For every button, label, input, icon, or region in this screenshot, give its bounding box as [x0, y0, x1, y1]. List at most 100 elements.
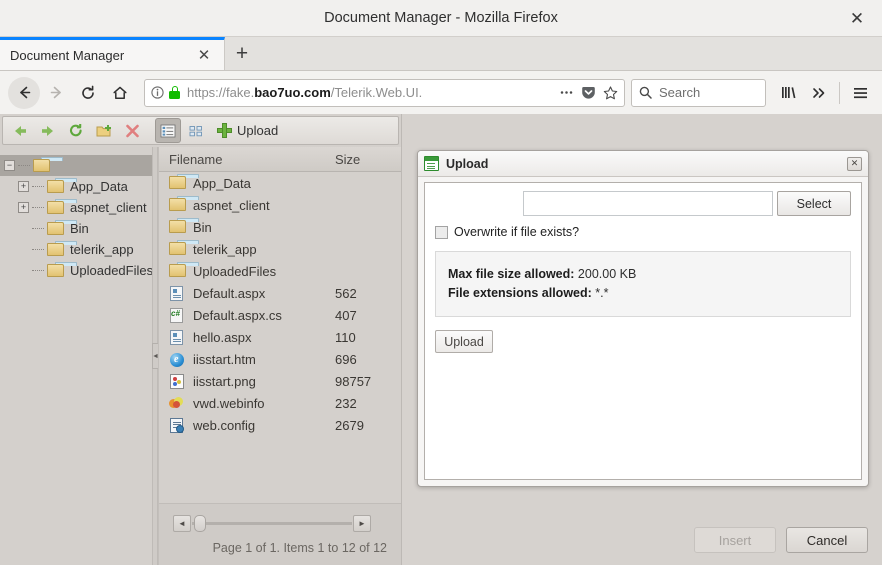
- tree-expander-aspnet-client[interactable]: +: [18, 202, 29, 213]
- dialog-host-area: Upload ✕ Select Overwrite if file exists…: [403, 114, 882, 565]
- list-view-icon[interactable]: [155, 118, 181, 143]
- upload-submit-button[interactable]: Upload: [435, 330, 493, 353]
- delete-icon[interactable]: [119, 118, 145, 143]
- tree-node-aspnet-client[interactable]: + aspnet_client: [0, 197, 152, 218]
- tree-expander-root[interactable]: −: [4, 160, 15, 171]
- max-file-size-value: 200.00 KB: [577, 267, 637, 281]
- overwrite-checkbox[interactable]: [435, 225, 448, 239]
- max-file-size-label: Max file size allowed:: [448, 267, 575, 281]
- table-row[interactable]: telerik_app: [159, 238, 401, 260]
- table-row[interactable]: e iisstart.htm 696: [159, 348, 401, 370]
- scroll-left-button[interactable]: ◄: [173, 514, 191, 532]
- table-row[interactable]: hello.aspx 110: [159, 326, 401, 348]
- file-name: iisstart.htm: [193, 351, 256, 367]
- file-manager-body: − + App_Data + aspnet_client Bin telerik…: [0, 147, 401, 565]
- scrollbar-track[interactable]: [192, 514, 352, 532]
- library-icon[interactable]: [774, 78, 802, 108]
- bookmark-star-icon[interactable]: [603, 85, 618, 100]
- horizontal-scrollbar[interactable]: ◄ ►: [173, 514, 371, 532]
- pocket-icon[interactable]: [581, 86, 596, 100]
- tree-label-app-data: App_Data: [70, 179, 128, 194]
- tree-connector: [32, 206, 44, 209]
- table-row[interactable]: UploadedFiles: [159, 260, 401, 282]
- window-close-button[interactable]: ✕: [846, 7, 868, 29]
- folder-icon: [47, 220, 77, 235]
- file-name: vwd.webinfo: [193, 395, 265, 411]
- close-icon[interactable]: ✕: [847, 156, 862, 171]
- tree-expander-telerik-app: [18, 244, 29, 255]
- table-row[interactable]: App_Data: [159, 172, 401, 194]
- home-button[interactable]: [104, 77, 136, 109]
- tree-node-root[interactable]: −: [0, 155, 152, 176]
- tree-connector: [18, 164, 30, 167]
- tree-node-telerik-app[interactable]: telerik_app: [0, 239, 152, 260]
- chrome-buttons: [774, 78, 874, 108]
- back-button[interactable]: [8, 76, 40, 109]
- file-name: hello.aspx: [193, 329, 252, 345]
- page-content: Upload − + App_Data + aspnet_client Bin …: [0, 114, 882, 565]
- table-row[interactable]: Bin: [159, 216, 401, 238]
- upload-toolbar-button[interactable]: Upload: [211, 119, 284, 142]
- folder-icon: [33, 157, 63, 172]
- search-bar[interactable]: [631, 78, 766, 107]
- table-row[interactable]: vwd.webinfo 232: [159, 392, 401, 414]
- page-actions-icon[interactable]: [559, 86, 574, 99]
- table-row[interactable]: c# Default.aspx.cs 407: [159, 304, 401, 326]
- tree-label-uploadedfiles: UploadedFiles: [70, 263, 152, 278]
- forward-arrow-icon[interactable]: [35, 118, 61, 143]
- upload-dialog-titlebar[interactable]: Upload ✕: [418, 151, 868, 177]
- tree-label-aspnet-client: aspnet_client: [70, 200, 147, 215]
- overflow-chevron-icon[interactable]: [805, 78, 833, 108]
- image-file-icon: [169, 373, 186, 389]
- scroll-right-button[interactable]: ►: [353, 514, 371, 532]
- file-grid-rows: App_Data aspnet_client Bin telerik_app U…: [159, 172, 401, 503]
- aspx-file-icon: [169, 329, 186, 345]
- table-row[interactable]: web.config 2679: [159, 414, 401, 436]
- column-header-filename[interactable]: Filename: [159, 152, 335, 167]
- file-size: 696: [335, 351, 357, 367]
- file-name: App_Data: [193, 175, 251, 191]
- folder-icon: [47, 262, 77, 277]
- reload-button[interactable]: [72, 77, 104, 109]
- page-info-icon[interactable]: [151, 86, 164, 99]
- file-manager-panel: Upload − + App_Data + aspnet_client Bin …: [0, 114, 402, 565]
- select-file-button[interactable]: Select: [777, 191, 851, 216]
- folder-icon: [169, 195, 199, 213]
- new-folder-icon[interactable]: [91, 118, 117, 143]
- file-select-row: Select: [435, 191, 851, 216]
- aspx-file-icon: [169, 285, 186, 301]
- file-path-input[interactable]: [523, 191, 773, 216]
- navigation-toolbar: https://fake.bao7uo.com/Telerik.Web.UI.: [0, 71, 882, 115]
- back-arrow-icon[interactable]: [7, 118, 33, 143]
- table-row[interactable]: iisstart.png 98757: [159, 370, 401, 392]
- cancel-button[interactable]: Cancel: [786, 527, 868, 553]
- new-tab-button[interactable]: +: [225, 37, 259, 70]
- tab-document-manager[interactable]: Document Manager ✕: [0, 37, 225, 70]
- folder-icon: [47, 241, 77, 256]
- insert-button[interactable]: Insert: [694, 527, 776, 553]
- column-header-size[interactable]: Size: [335, 152, 401, 167]
- html-file-icon: e: [169, 352, 186, 367]
- hamburger-menu-icon[interactable]: [846, 78, 874, 108]
- url-actions: [559, 85, 618, 100]
- table-row[interactable]: aspnet_client: [159, 194, 401, 216]
- tree-connector: [32, 248, 44, 251]
- tree-node-app-data[interactable]: + App_Data: [0, 176, 152, 197]
- scrollbar-thumb[interactable]: [194, 514, 206, 532]
- upload-dialog-title: Upload: [446, 156, 489, 171]
- tree-node-bin[interactable]: Bin: [0, 218, 152, 239]
- search-input[interactable]: [657, 84, 758, 101]
- pager-status: Page 1 of 1. Items 1 to 12 of 12: [212, 541, 387, 555]
- file-size: 110: [335, 329, 356, 345]
- forward-button[interactable]: [40, 77, 72, 109]
- overwrite-label[interactable]: Overwrite if file exists?: [454, 225, 579, 239]
- file-grid-footer: ◄ ► Page 1 of 1. Items 1 to 12 of 12: [159, 503, 401, 565]
- address-bar[interactable]: https://fake.bao7uo.com/Telerik.Web.UI.: [144, 78, 625, 107]
- tree-expander-app-data[interactable]: +: [18, 181, 29, 192]
- refresh-icon[interactable]: [63, 118, 89, 143]
- tree-node-uploadedfiles[interactable]: UploadedFiles: [0, 260, 152, 281]
- url-domain: bao7uo.com: [254, 85, 331, 100]
- table-row[interactable]: Default.aspx 562: [159, 282, 401, 304]
- grid-view-icon[interactable]: [183, 118, 209, 143]
- tab-close-icon[interactable]: ✕: [194, 45, 214, 65]
